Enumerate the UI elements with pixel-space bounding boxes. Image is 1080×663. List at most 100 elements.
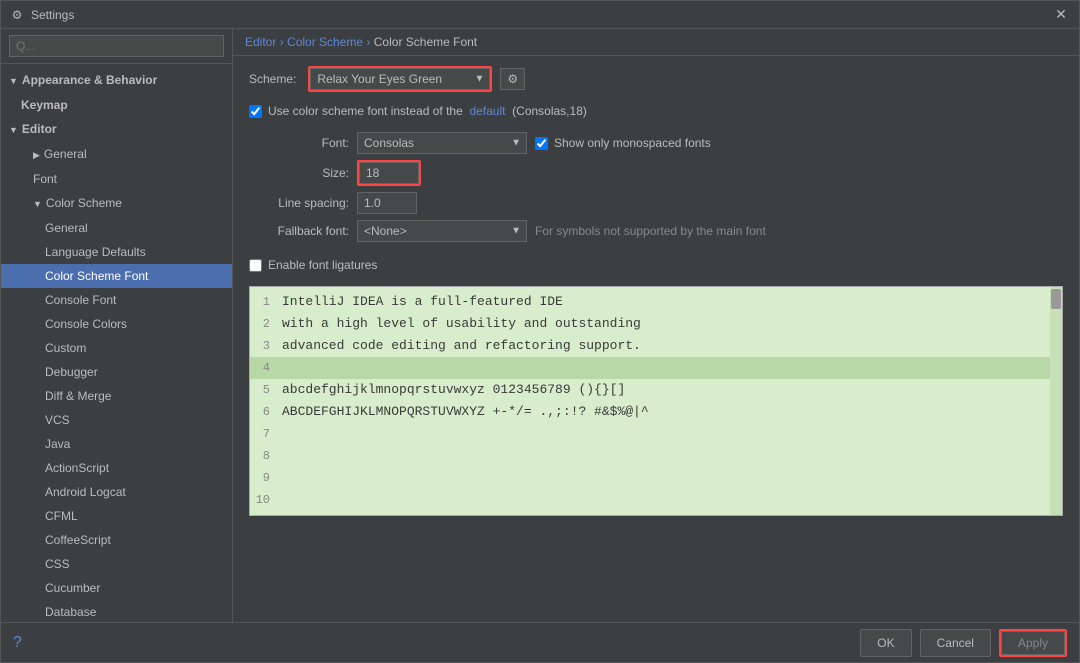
sidebar-item-database[interactable]: Database (1, 600, 232, 622)
sidebar-item-lang-defaults[interactable]: Language Defaults (1, 240, 232, 264)
scheme-select[interactable]: Relax Your Eyes GreenDefaultDarculaHigh … (310, 68, 490, 90)
fallback-select[interactable]: <None> (357, 220, 527, 242)
use-scheme-font-label: Use color scheme font instead of the def… (268, 104, 587, 118)
fallback-control-row: <None> ▼ For symbols not supported by th… (357, 220, 1063, 242)
fallback-label: Fallback font: (249, 224, 349, 238)
sidebar-item-label: Keymap (21, 98, 68, 112)
preview-line: 5abcdefghijklmnopqrstuvwxyz 0123456789 (… (250, 379, 1062, 401)
line-number: 2 (250, 313, 278, 335)
line-spacing-label: Line spacing: (249, 196, 349, 210)
line-number: 5 (250, 379, 278, 401)
line-number: 6 (250, 401, 278, 423)
preview-line: 2with a high level of usability and outs… (250, 313, 1062, 335)
scheme-gear-button[interactable]: ⚙ (500, 68, 525, 90)
sidebar-item-label: Editor (22, 122, 57, 136)
sidebar-item-editor[interactable]: ▼ Editor (1, 117, 232, 142)
sidebar-item-cucumber[interactable]: Cucumber (1, 576, 232, 600)
cancel-button[interactable]: Cancel (920, 629, 991, 657)
use-scheme-font-row: Use color scheme font instead of the def… (249, 104, 1063, 118)
sidebar-item-label: CSS (45, 557, 70, 571)
arrow-icon: ▼ (9, 125, 18, 135)
sidebar-item-keymap[interactable]: Keymap (1, 93, 232, 117)
window-title: Settings (31, 8, 1051, 22)
preview-line: 6ABCDEFGHIJKLMNOPQRSTUVWXYZ +-*/= .,;:!?… (250, 401, 1062, 423)
breadcrumb-cs-font: Color Scheme Font (374, 35, 477, 49)
line-number: 3 (250, 335, 278, 357)
breadcrumb-sep2: › (366, 35, 373, 49)
sidebar-item-debugger[interactable]: Debugger (1, 360, 232, 384)
preview-scrollbar[interactable] (1050, 287, 1062, 515)
ligatures-label: Enable font ligatures (268, 258, 377, 272)
arrow-icon: ▶ (33, 150, 40, 160)
line-code: with a high level of usability and outst… (278, 313, 641, 335)
line-code (278, 423, 282, 445)
sidebar-item-console-font[interactable]: Console Font (1, 288, 232, 312)
scheme-row: Scheme: Relax Your Eyes GreenDefaultDarc… (249, 66, 1063, 92)
line-number: 4 (250, 357, 278, 379)
breadcrumb-sep1: › (280, 35, 287, 49)
footer: ? OK Cancel Apply (1, 622, 1079, 662)
breadcrumb: Editor › Color Scheme › Color Scheme Fon… (233, 29, 1079, 56)
sidebar-item-label: CoffeeScript (45, 533, 111, 547)
breadcrumb-editor[interactable]: Editor (245, 35, 276, 49)
sidebar-item-custom[interactable]: Custom (1, 336, 232, 360)
line-number: 10 (250, 489, 278, 511)
sidebar-item-label: Database (45, 605, 96, 619)
mono-checkbox[interactable] (535, 137, 548, 150)
sidebar-item-diff-merge[interactable]: Diff & Merge (1, 384, 232, 408)
sidebar-item-css[interactable]: CSS (1, 552, 232, 576)
line-number: 1 (250, 291, 278, 313)
sidebar-item-color-scheme[interactable]: ▼ Color Scheme (1, 191, 232, 216)
search-input[interactable] (9, 35, 224, 57)
size-input-wrapper (357, 160, 421, 186)
sidebar-item-label: Cucumber (45, 581, 100, 595)
default-font-link[interactable]: default (469, 104, 505, 118)
sidebar-item-label: Console Colors (45, 317, 127, 331)
main-panel: Editor › Color Scheme › Color Scheme Fon… (233, 29, 1079, 622)
preview-line: 10 (250, 489, 1062, 511)
settings-icon: ⚙ (9, 7, 25, 23)
scheme-select-wrapper: Relax Your Eyes GreenDefaultDarculaHigh … (308, 66, 492, 92)
sidebar-item-label: CFML (45, 509, 78, 523)
size-input[interactable] (359, 162, 419, 184)
fallback-hint: For symbols not supported by the main fo… (535, 224, 766, 238)
help-button[interactable]: ? (13, 634, 22, 652)
breadcrumb-color-scheme[interactable]: Color Scheme (287, 35, 363, 49)
ligatures-checkbox[interactable] (249, 259, 262, 272)
fallback-select-wrapper: <None> ▼ (357, 220, 527, 242)
sidebar-item-appearance[interactable]: ▼Appearance & Behavior (1, 68, 232, 93)
footer-buttons: OK Cancel Apply (860, 629, 1067, 657)
line-spacing-input[interactable] (357, 192, 417, 214)
arrow-icon: ▼ (33, 199, 42, 209)
sidebar-item-vcs[interactable]: VCS (1, 408, 232, 432)
sidebar-item-label: ActionScript (45, 461, 109, 475)
line-code: abcdefghijklmnopqrstuvwxyz 0123456789 ()… (278, 379, 625, 401)
settings-window: ⚙ Settings ✕ ▼Appearance & Behavior Keyma… (0, 0, 1080, 663)
preview-line: 7 (250, 423, 1062, 445)
ligatures-row: Enable font ligatures (249, 258, 1063, 272)
sidebar-item-console-colors[interactable]: Console Colors (1, 312, 232, 336)
use-scheme-font-checkbox[interactable] (249, 105, 262, 118)
sidebar-item-actionscript[interactable]: ActionScript (1, 456, 232, 480)
main-content: ▼Appearance & BehaviorKeymap▼Editor▶Gene… (1, 29, 1079, 622)
sidebar-item-coffeescript[interactable]: CoffeeScript (1, 528, 232, 552)
preview-scroll-thumb[interactable] (1051, 289, 1061, 309)
sidebar-item-label: Color Scheme (46, 196, 122, 210)
apply-button[interactable]: Apply (1001, 631, 1065, 655)
size-control-row (357, 160, 1063, 186)
sidebar-item-font[interactable]: Font (1, 167, 232, 191)
close-button[interactable]: ✕ (1051, 5, 1071, 25)
sidebar-item-java[interactable]: Java (1, 432, 232, 456)
line-code (278, 357, 282, 379)
sidebar-item-general[interactable]: ▶General (1, 142, 232, 167)
font-select[interactable]: ConsolasArialCourier NewMonospace (357, 132, 527, 154)
sidebar-item-cfml[interactable]: CFML (1, 504, 232, 528)
sidebar-item-android-logcat[interactable]: Android Logcat (1, 480, 232, 504)
line-code: advanced code editing and refactoring su… (278, 335, 641, 357)
line-spacing-control-row (357, 192, 1063, 214)
sidebar-item-cs-general[interactable]: General (1, 216, 232, 240)
sidebar-item-cs-font[interactable]: Color Scheme Font (1, 264, 232, 288)
apply-button-wrapper: Apply (999, 629, 1067, 657)
ok-button[interactable]: OK (860, 629, 911, 657)
sidebar-item-label: Android Logcat (45, 485, 126, 499)
